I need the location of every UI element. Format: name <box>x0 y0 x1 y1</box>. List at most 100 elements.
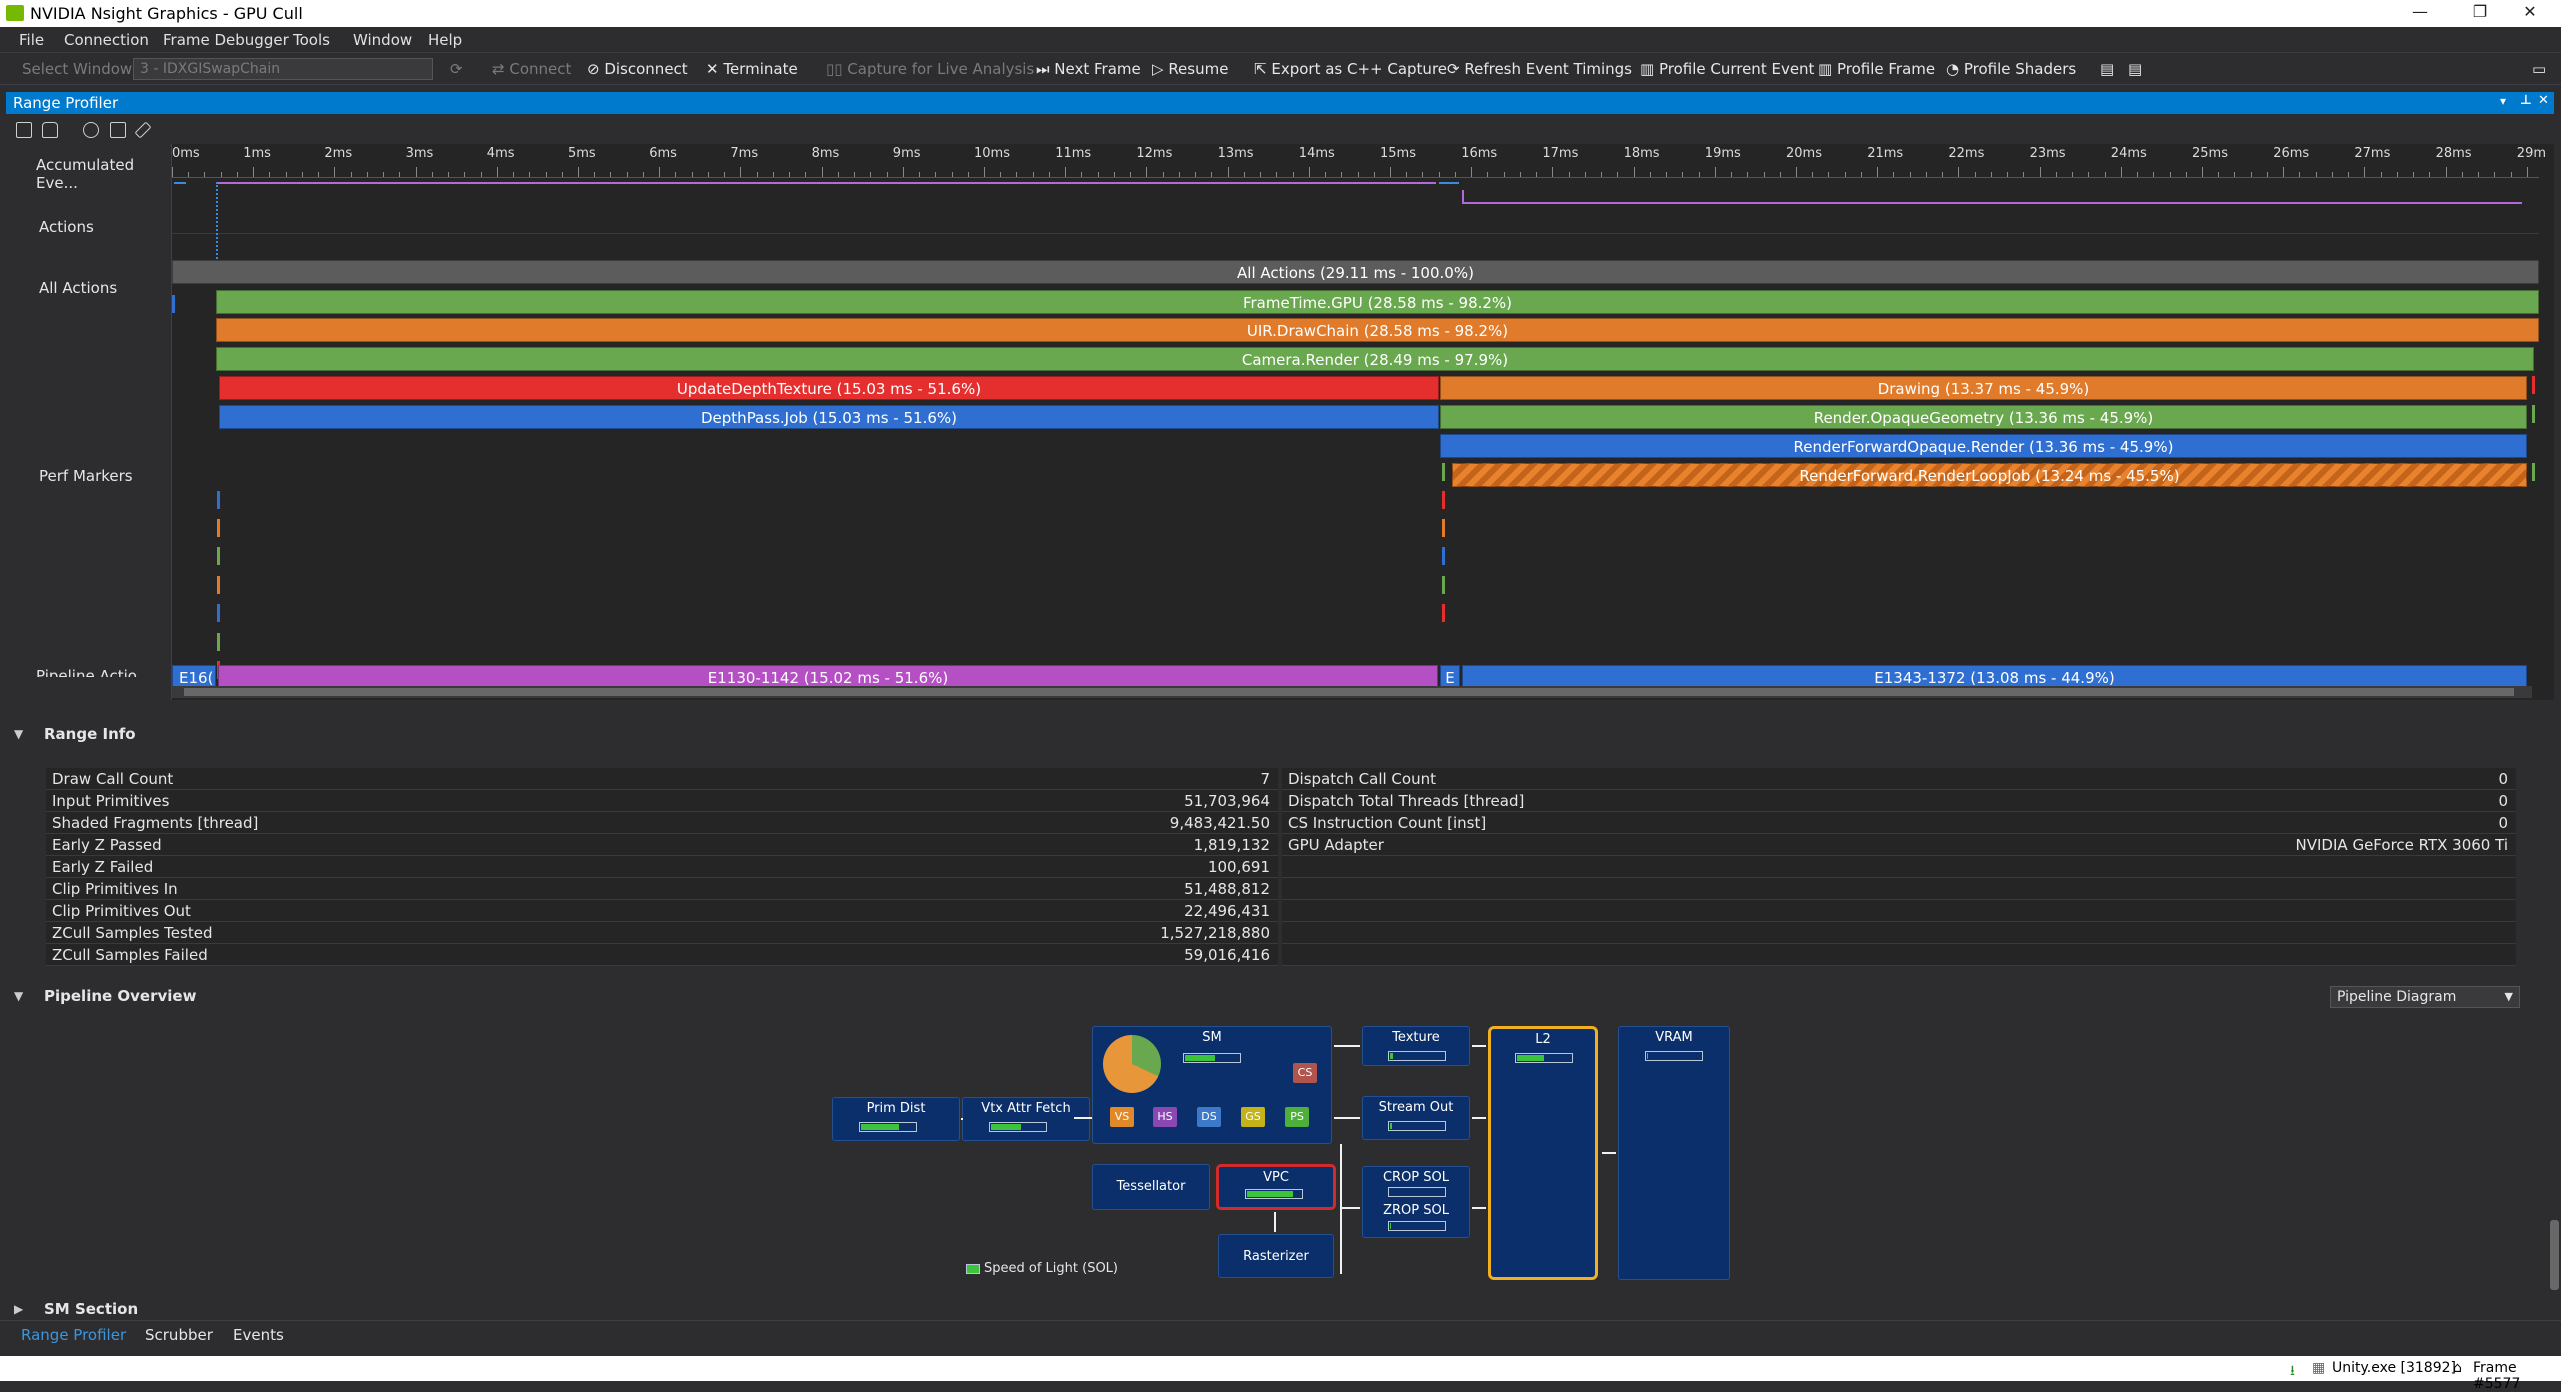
unit-vpc[interactable]: VPC <box>1216 1164 1336 1210</box>
menu-frame-debugger[interactable]: Frame Debugger <box>163 31 289 49</box>
menu-window[interactable]: Window <box>353 31 412 49</box>
unit-texture[interactable]: Texture <box>1362 1026 1470 1066</box>
collapse-triangle-icon[interactable]: ▼ <box>14 989 23 1003</box>
ruler-tick-mark <box>1065 167 1067 177</box>
comment-icon[interactable]: ▭ <box>2532 60 2546 78</box>
collapse-triangle-icon[interactable]: ▼ <box>14 727 23 741</box>
expand-triangle-icon[interactable]: ▶ <box>14 1302 23 1316</box>
minimize-button[interactable]: — <box>2390 2 2450 24</box>
tab-range-profiler[interactable]: Range Profiler <box>21 1326 126 1344</box>
pane-menu-icon[interactable]: ▾ <box>2500 94 2506 108</box>
range-info-value: 51,703,964 <box>1184 792 1270 810</box>
export-cpp-button[interactable]: ⇱ Export as C++ Capture <box>1254 60 1447 78</box>
ruler-tick-mark <box>1974 172 1976 177</box>
select-window-dropdown[interactable]: 3 - IDXGISwapChain <box>133 58 433 80</box>
refresh-timings-button[interactable]: ⟳ Refresh Event Timings <box>1447 60 1632 78</box>
range-info-title[interactable]: Range Info <box>44 725 136 743</box>
unit-vtx-attr-fetch[interactable]: Vtx Attr Fetch <box>962 1097 1090 1141</box>
connector-arrow <box>1334 1117 1360 1119</box>
action-range-line <box>174 182 186 184</box>
terminate-button[interactable]: ✕ Terminate <box>706 60 798 78</box>
bar-uir-drawchain[interactable]: UIR.DrawChain (28.58 ms - 98.2%) <box>216 318 2539 342</box>
bar-update-depth-texture[interactable]: UpdateDepthTexture (15.03 ms - 51.6%) <box>219 376 1439 400</box>
stage-hs[interactable]: HS <box>1153 1107 1177 1127</box>
ruler-tick-mark <box>2429 172 2431 177</box>
connect-label: Connect <box>509 60 572 78</box>
menu-tools[interactable]: Tools <box>293 31 330 49</box>
profile-event-button[interactable]: ▥ Profile Current Event <box>1640 60 1814 78</box>
bar-all-actions[interactable]: All Actions (29.11 ms - 100.0%) <box>172 260 2539 284</box>
unit-tessellator[interactable]: Tessellator <box>1092 1164 1210 1210</box>
connector-arrow <box>1472 1117 1486 1119</box>
unit-crop-zrop[interactable]: CROP SOL ZROP SOL <box>1362 1166 1470 1238</box>
bar-depthpass-job[interactable]: DepthPass.Job (15.03 ms - 51.6%) <box>219 405 1439 429</box>
vertical-scrollbar[interactable] <box>2548 710 2561 1320</box>
stage-cs[interactable]: CS <box>1293 1063 1317 1083</box>
profile-shaders-button[interactable]: ◔ Profile Shaders <box>1946 60 2076 78</box>
pane-close-icon[interactable]: ✕ <box>2538 93 2549 108</box>
tab-events[interactable]: Events <box>233 1326 284 1344</box>
report-icon[interactable]: ▤ <box>2128 60 2142 78</box>
ruler-tick-mark <box>1454 172 1456 177</box>
stage-gs[interactable]: GS <box>1241 1107 1265 1127</box>
tab-scrubber[interactable]: Scrubber <box>145 1326 213 1344</box>
disconnect-button[interactable]: ⊘ Disconnect <box>587 60 688 78</box>
ruler-tick-mark <box>2315 172 2317 177</box>
unit-vram[interactable]: VRAM <box>1618 1026 1730 1280</box>
ruler-tick-mark <box>691 172 693 177</box>
unit-label: L2 <box>1535 1032 1551 1047</box>
next-frame-button[interactable]: ⏭ Next Frame <box>1036 60 1141 78</box>
pipeline-overview-title[interactable]: Pipeline Overview <box>44 987 196 1005</box>
window-title: NVIDIA Nsight Graphics - GPU Cull <box>30 4 303 23</box>
bar-drawing[interactable]: Drawing (13.37 ms - 45.9%) <box>1440 376 2527 400</box>
sm-section-title[interactable]: SM Section <box>44 1300 138 1318</box>
sol-gauge <box>989 1122 1047 1132</box>
time-ruler[interactable]: 0ms 1ms 2ms 3ms 4ms 5ms 6ms 7ms 8ms 9ms 10ms 11ms 12… <box>172 144 2546 178</box>
ruler-tick-mark <box>2120 167 2122 177</box>
unit-l2[interactable]: L2 <box>1488 1026 1598 1280</box>
sync-icon[interactable] <box>83 122 99 138</box>
connector-arrow <box>1602 1152 1616 1154</box>
range-info-key: Dispatch Total Threads [thread] <box>1288 792 1525 810</box>
profile-frame-button[interactable]: ▥ Profile Frame <box>1818 60 1935 78</box>
bar-render-forward-opaque[interactable]: RenderForwardOpaque.Render (13.36 ms - 4… <box>1440 434 2527 458</box>
document-icon[interactable]: ▤ <box>2100 60 2114 78</box>
timeline-horizontal-scrollbar[interactable] <box>172 686 2532 698</box>
bar-frametime-gpu[interactable]: FrameTime.GPU (28.58 ms - 98.2%) <box>216 290 2539 314</box>
bar-render-forward-loopjob[interactable]: RenderForward.RenderLoopJob (13.24 ms - … <box>1452 463 2527 487</box>
unit-rasterizer[interactable]: Rasterizer <box>1218 1234 1334 1278</box>
capture-live-button[interactable]: ▯▯ Capture for Live Analysis <box>826 60 1034 78</box>
action-range-line <box>1439 182 1459 184</box>
menu-help[interactable]: Help <box>428 31 462 49</box>
sol-gauge <box>1388 1221 1446 1231</box>
close-button[interactable]: ✕ <box>2500 2 2560 24</box>
menu-connection[interactable]: Connection <box>64 31 149 49</box>
bar-render-opaque-geometry[interactable]: Render.OpaqueGeometry (13.36 ms - 45.9%) <box>1440 405 2527 429</box>
stage-ds[interactable]: DS <box>1197 1107 1221 1127</box>
ruler-tick-mark <box>1779 172 1781 177</box>
timeline-tracks[interactable]: All Actions (29.11 ms - 100.0%) FrameTim… <box>172 178 2539 700</box>
sol-gauge-fill <box>861 1124 900 1130</box>
stage-ps[interactable]: PS <box>1285 1107 1309 1127</box>
wrench-icon[interactable] <box>134 121 152 139</box>
lock-icon[interactable] <box>42 122 58 138</box>
resume-button[interactable]: ▷ Resume <box>1152 60 1228 78</box>
stage-vs[interactable]: VS <box>1110 1107 1134 1127</box>
ruler-tick-mark <box>2299 172 2301 177</box>
pin-icon[interactable]: ⊥ <box>2520 93 2532 108</box>
unit-sm[interactable]: SM CS VS HS DS GS PS <box>1092 1026 1332 1144</box>
bar-camera-render[interactable]: Camera.Render (28.49 ms - 97.9%) <box>216 347 2534 371</box>
range-info-value: 0 <box>2498 792 2508 810</box>
ruler-tick-mark <box>886 172 888 177</box>
profile-frame-label: Profile Frame <box>1836 60 1936 78</box>
unit-prim-dist[interactable]: Prim Dist <box>832 1097 960 1141</box>
menu-file[interactable]: File <box>19 31 44 49</box>
range-info-value: 100,691 <box>1207 858 1270 876</box>
ruler-tick-mark <box>2510 172 2512 177</box>
unit-stream-out[interactable]: Stream Out <box>1362 1096 1470 1140</box>
connect-button[interactable]: ⇄ Connect <box>492 60 571 78</box>
pipeline-view-dropdown[interactable]: Pipeline Diagram ▼ <box>2330 986 2520 1008</box>
copy-icon[interactable] <box>16 122 32 138</box>
export-icon[interactable] <box>110 122 126 138</box>
ruler-tick-label: 15ms <box>1380 146 1416 161</box>
